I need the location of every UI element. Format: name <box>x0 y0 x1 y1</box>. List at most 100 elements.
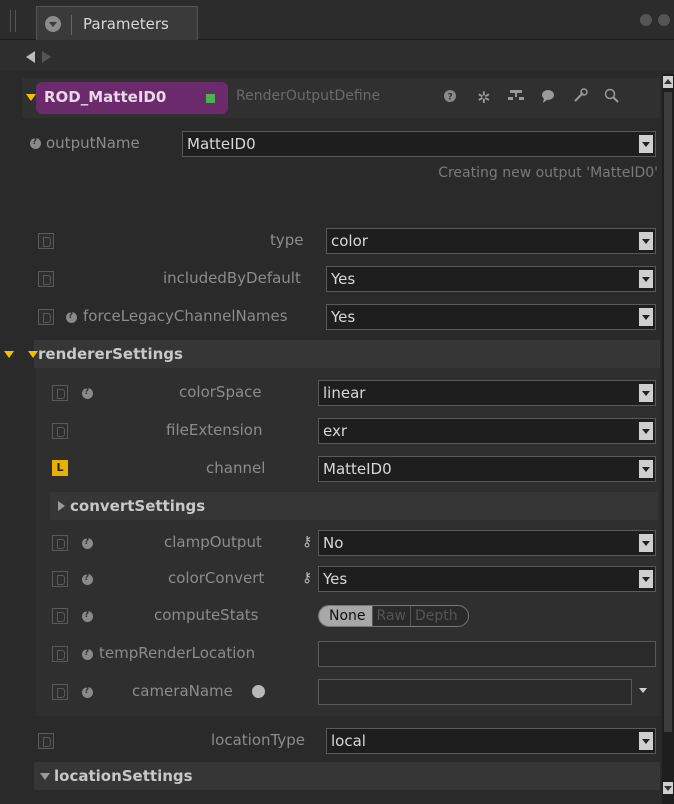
fileextension-dropdown[interactable]: exr <box>318 418 656 444</box>
panel-titlebar: Parameters <box>0 0 674 40</box>
computestats-option-raw[interactable]: Raw <box>371 606 410 626</box>
key-icon[interactable]: ⚷ <box>302 533 312 551</box>
wrench-icon[interactable] <box>570 88 590 108</box>
default-badge-icon[interactable] <box>38 271 54 287</box>
chevron-down-icon[interactable] <box>639 460 653 478</box>
type-value: color <box>331 232 368 250</box>
channel-dropdown[interactable]: MatteID0 <box>318 456 656 482</box>
default-badge-icon[interactable] <box>52 646 68 662</box>
panel-grip-handle[interactable] <box>10 10 16 32</box>
default-badge-icon[interactable] <box>38 733 54 749</box>
help-icon[interactable] <box>82 648 93 660</box>
outputname-value: MatteID0 <box>187 135 256 153</box>
help-icon[interactable] <box>82 610 93 622</box>
fileextension-label: fileExtension <box>166 421 263 439</box>
chevron-down-icon[interactable] <box>639 422 653 440</box>
chevron-down-icon[interactable] <box>639 232 653 250</box>
section-title: locationSettings <box>54 767 193 785</box>
section-locationsettings[interactable]: locationSettings <box>34 762 660 790</box>
close-panel-icon[interactable] <box>658 14 670 26</box>
clampoutput-label: clampOutput <box>164 533 262 551</box>
help-icon[interactable] <box>82 387 93 399</box>
local-badge-icon[interactable]: L <box>52 460 68 476</box>
default-badge-icon[interactable] <box>38 233 54 249</box>
tab-parameters[interactable]: Parameters <box>36 6 198 40</box>
help-icon[interactable] <box>82 537 93 549</box>
default-badge-icon[interactable] <box>52 608 68 624</box>
scroll-thumb[interactable] <box>664 92 672 732</box>
help-icon[interactable] <box>30 137 41 149</box>
help-icon[interactable]: ? <box>440 88 460 108</box>
temprenderlocation-input[interactable] <box>318 641 656 667</box>
colorspace-dropdown[interactable]: linear <box>318 380 656 406</box>
gear-icon[interactable]: ✲ <box>474 88 494 108</box>
vertical-scrollbar[interactable] <box>662 74 674 804</box>
chevron-down-icon[interactable] <box>639 135 653 153</box>
computestats-option-none[interactable]: None <box>319 606 372 626</box>
node-type: RenderOutputDefine <box>236 88 381 104</box>
default-badge-icon[interactable] <box>38 309 54 325</box>
default-badge-icon[interactable] <box>52 535 68 551</box>
locationtype-value: local <box>331 732 366 750</box>
expand-arrow-icon[interactable] <box>40 773 50 780</box>
chevron-down-icon[interactable] <box>639 534 653 552</box>
chevron-down-icon[interactable] <box>636 681 650 699</box>
computestats-label: computeStats <box>154 606 259 624</box>
computestats-segmented-control[interactable]: None Raw Depth <box>318 605 469 627</box>
collapsed-arrow-icon[interactable] <box>58 501 65 511</box>
pin-icon[interactable] <box>640 14 652 26</box>
speech-bubble-icon[interactable] <box>538 88 558 108</box>
chevron-down-icon[interactable] <box>639 384 653 402</box>
default-badge-icon[interactable] <box>52 385 68 401</box>
section-renderersettings[interactable]: rendererSettings <box>4 340 660 368</box>
default-badge-icon[interactable] <box>52 684 68 700</box>
colorconvert-value: Yes <box>323 570 348 588</box>
type-label: type <box>270 231 304 249</box>
computestats-option-depth[interactable]: Depth <box>409 606 468 626</box>
outputname-dropdown[interactable]: MatteID0 <box>182 131 656 157</box>
collapse-node-icon[interactable] <box>26 94 36 101</box>
search-icon[interactable] <box>602 88 622 108</box>
forcelegacychannelnames-label: forceLegacyChannelNames <box>83 307 288 325</box>
forward-arrow-icon[interactable] <box>42 51 51 63</box>
locationtype-dropdown[interactable]: local <box>326 728 656 754</box>
includedbydefault-dropdown[interactable]: Yes <box>326 266 656 292</box>
colorspace-label: colorSpace <box>179 383 262 401</box>
node-name: ROD_MatteID0 <box>44 88 167 106</box>
history-navbar <box>0 40 674 70</box>
node-status-indicator <box>206 94 215 103</box>
type-dropdown[interactable]: color <box>326 228 656 254</box>
section-convertsettings[interactable]: convertSettings <box>50 492 658 520</box>
clampoutput-dropdown[interactable]: No <box>318 530 656 556</box>
temprenderlocation-label: tempRenderLocation <box>99 644 256 662</box>
svg-text:?: ? <box>448 93 453 103</box>
default-badge-icon[interactable] <box>52 423 68 439</box>
help-icon[interactable] <box>82 573 93 585</box>
chevron-down-icon[interactable] <box>639 270 653 288</box>
chevron-down-icon[interactable] <box>639 732 653 750</box>
tab-menu-icon[interactable] <box>45 16 61 32</box>
hierarchy-icon[interactable] <box>506 88 526 108</box>
back-arrow-icon[interactable] <box>26 51 35 63</box>
chevron-down-icon[interactable] <box>639 308 653 326</box>
tab-label: Parameters <box>83 15 169 33</box>
reset-icon[interactable] <box>252 685 265 698</box>
cameraname-input[interactable] <box>318 679 632 705</box>
key-icon[interactable]: ⚷ <box>302 569 312 587</box>
expand-arrow-icon[interactable] <box>28 351 38 358</box>
chevron-down-icon[interactable] <box>639 570 653 588</box>
help-icon[interactable] <box>82 686 93 698</box>
forcelegacychannelnames-value: Yes <box>331 308 356 326</box>
colorspace-value: linear <box>323 384 366 402</box>
node-header: ROD_MatteID0 RenderOutputDefine ? ✲ <box>22 78 660 118</box>
node-name-pill[interactable]: ROD_MatteID0 <box>36 82 228 114</box>
scroll-up-button[interactable] <box>663 76 673 88</box>
colorconvert-dropdown[interactable]: Yes <box>318 566 656 592</box>
expand-arrow-icon[interactable] <box>4 351 14 358</box>
default-badge-icon[interactable] <box>52 571 68 587</box>
clampoutput-value: No <box>323 534 344 552</box>
tab-divider <box>71 15 72 35</box>
help-icon[interactable] <box>66 311 77 323</box>
forcelegacychannelnames-dropdown[interactable]: Yes <box>326 304 656 330</box>
scroll-down-button[interactable] <box>663 782 673 794</box>
